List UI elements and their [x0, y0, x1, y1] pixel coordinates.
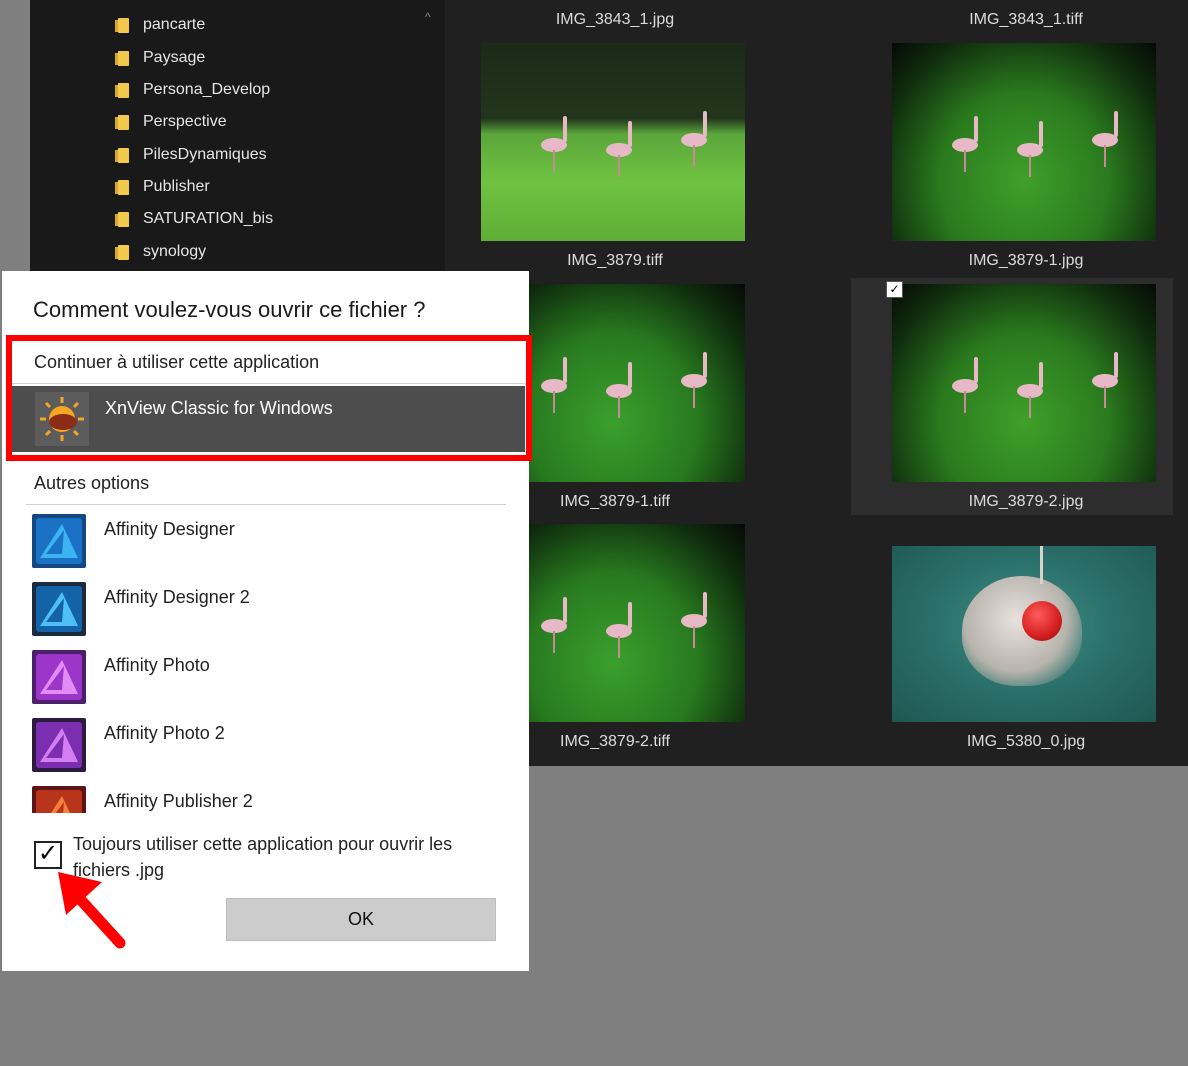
folder-icon [115, 244, 129, 260]
folder-icon [115, 179, 129, 195]
flamingo-neck [703, 111, 707, 137]
folder-label: Paysage [143, 49, 206, 66]
other-options-heading: Autres options [34, 473, 150, 493]
app-option-affinity-designer-2[interactable]: Affinity Designer 2 [32, 582, 512, 642]
app-option-affinity-designer[interactable]: Affinity Designer [32, 514, 512, 574]
flamingo-leg [693, 626, 695, 648]
thumbnail-label[interactable]: IMG_3879.tiff [483, 252, 747, 270]
flamingo-neck [563, 357, 567, 383]
app-label: Affinity Designer [104, 519, 235, 539]
flamingo-neck [703, 592, 707, 618]
affinity-publisher-2-icon [32, 786, 86, 813]
folder-item-paysage[interactable]: Paysage [115, 44, 206, 72]
thumbnail-image[interactable] [892, 546, 1156, 722]
folder-item-publisher[interactable]: Publisher [115, 173, 210, 201]
divider [26, 504, 506, 505]
app-option-affinity-publisher-2[interactable]: Affinity Publisher 2 [32, 786, 512, 813]
flamingo-leg [553, 631, 555, 653]
flamingo-leg [1029, 396, 1031, 418]
flamingo-leg [553, 391, 555, 413]
app-label: Affinity Photo [104, 655, 210, 675]
folder-item-synology[interactable]: synology [115, 238, 207, 266]
flamingo-leg [1029, 155, 1031, 177]
folder-label: Perspective [143, 113, 227, 130]
flamingo-neck [1114, 352, 1118, 378]
flamingo-leg [964, 391, 966, 413]
red-highlight-annotation [6, 335, 532, 461]
ok-label: OK [347, 909, 374, 929]
folder-item-pancarte[interactable]: pancarte [115, 11, 206, 39]
affinity-designer-2-icon [32, 582, 86, 636]
flamingo-neck [1114, 111, 1118, 137]
app-list[interactable]: Affinity Designer Affinity Designer 2 Af… [2, 511, 529, 813]
folder-icon [115, 82, 129, 98]
thumbnail-label[interactable]: IMG_5380_0.jpg [894, 733, 1158, 751]
folder-item-saturation-bis[interactable]: SATURATION_bis [115, 205, 274, 233]
lantern-photo [892, 546, 1156, 722]
thumbnail-label[interactable]: IMG_3843_1.jpg [483, 11, 747, 29]
folder-label: SATURATION_bis [143, 210, 274, 227]
flamingo-neck [974, 357, 978, 383]
flamingo-neck [1039, 121, 1043, 147]
flamingo-leg [618, 155, 620, 177]
flamingo-leg [618, 636, 620, 658]
app-label: Affinity Designer 2 [104, 587, 250, 607]
affinity-designer-icon [32, 514, 86, 568]
app-option-affinity-photo-2[interactable]: Affinity Photo 2 [32, 718, 512, 778]
flamingo-neck [628, 121, 632, 147]
ok-button[interactable]: OK [226, 898, 496, 941]
thumbnail-image[interactable] [892, 43, 1156, 241]
folder-item-persona-develop[interactable]: Persona_Develop [115, 76, 271, 104]
app-option-affinity-photo[interactable]: Affinity Photo [32, 650, 512, 710]
folder-icon [115, 147, 129, 163]
folder-item-piles-dynamiques[interactable]: PilesDynamiques [115, 141, 267, 169]
flamingo-photo [892, 43, 1156, 241]
flamingo-neck [563, 116, 567, 142]
folder-icon [115, 114, 129, 130]
flamingo-leg [618, 396, 620, 418]
app-label: Affinity Publisher 2 [104, 791, 253, 811]
flamingo-neck [974, 116, 978, 142]
folder-label: Persona_Develop [143, 81, 271, 98]
thumbnail-label[interactable]: IMG_3843_1.tiff [894, 11, 1158, 29]
folder-item-perspective[interactable]: Perspective [115, 108, 227, 136]
folder-label: pancarte [143, 16, 206, 33]
flamingo-neck [628, 362, 632, 388]
folder-icon [115, 17, 129, 33]
flamingo-leg [693, 145, 695, 167]
flamingo-neck [563, 597, 567, 623]
flamingo-neck [1039, 362, 1043, 388]
thumbnail-image[interactable] [892, 284, 1156, 482]
affinity-photo-2-icon [32, 718, 86, 772]
flamingo-neck [703, 352, 707, 378]
dialog-title: Comment voulez-vous ouvrir ce fichier ? [33, 297, 426, 322]
folder-icon [115, 50, 129, 66]
folder-label: PilesDynamiques [143, 146, 267, 163]
thumbnail-label[interactable]: IMG_3879-2.jpg [894, 493, 1158, 511]
selection-checkbox[interactable]: ✓ [886, 281, 903, 298]
app-label: Affinity Photo 2 [104, 723, 225, 743]
folder-label: Publisher [143, 178, 210, 195]
flamingo-leg [693, 386, 695, 408]
folder-tree: ^ pancarte Paysage Persona_Develop Persp… [30, 0, 445, 272]
scroll-up-icon[interactable]: ^ [425, 10, 431, 24]
flamingo-photo [481, 43, 745, 241]
flamingo-leg [1104, 386, 1106, 408]
flamingo-leg [964, 150, 966, 172]
thumbnail-label[interactable]: IMG_3879-1.jpg [894, 252, 1158, 270]
flamingo-photo [892, 284, 1156, 482]
flamingo-leg [1104, 145, 1106, 167]
affinity-photo-icon [32, 650, 86, 704]
folder-label: synology [143, 243, 207, 260]
folder-icon [115, 211, 129, 227]
flamingo-leg [553, 150, 555, 172]
flamingo-neck [628, 602, 632, 628]
thumbnail-image[interactable] [481, 43, 745, 241]
red-arrow-annotation [58, 872, 126, 949]
